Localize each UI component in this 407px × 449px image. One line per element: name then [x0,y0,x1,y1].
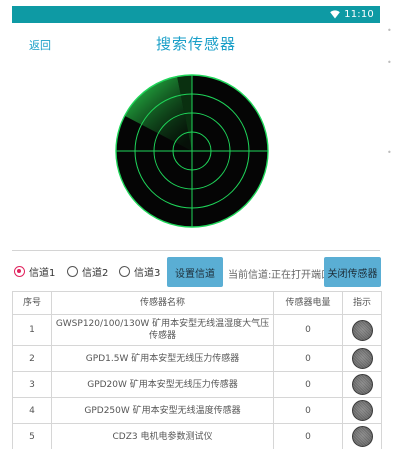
table-row[interactable]: 2 GPD1.5W 矿用本安型无线压力传感器 0 [12,345,382,372]
status-indicator-icon [351,426,373,447]
row-indicator-cell [342,371,382,398]
wifi-icon [330,10,340,19]
current-channel-value: 正在打开端口 [271,270,331,281]
app-screen: 11:10 返回 搜索传感器 • • • 信道1 信道2 信道3 设置信道 当前… [0,0,407,449]
col-header-name: 传感器名称 [51,291,274,315]
close-sensor-button[interactable]: 关闭传感器 [324,257,381,287]
radio-channel-1[interactable]: 信道1 [14,264,55,279]
edge-handle-mid: • [387,58,392,67]
status-time: 11:10 [344,9,374,20]
radio-checked-icon [14,266,25,277]
row-index: 1 [12,314,52,346]
row-index: 3 [12,371,52,398]
row-indicator-cell [342,345,382,372]
col-header-battery: 传感器电量 [273,291,343,315]
status-bar: 11:10 [12,6,380,23]
row-index: 4 [12,397,52,424]
radio-unchecked-icon [119,266,130,277]
section-divider [12,250,380,251]
row-sensor-name: GPD20W 矿用本安型无线压力传感器 [51,371,274,398]
current-channel-label: 当前信道: [228,270,272,281]
table-row[interactable]: 3 GPD20W 矿用本安型无线压力传感器 0 [12,371,382,398]
set-channel-button[interactable]: 设置信道 [167,257,223,287]
channel-controls: 信道1 信道2 信道3 设置信道 当前信道: 正在打开端口 关闭传感器 [12,257,382,287]
row-battery: 0 [273,345,343,372]
table-header-row: 序号 传感器名称 传感器电量 指示 [12,291,382,315]
row-sensor-name: GPD1.5W 矿用本安型无线压力传感器 [51,345,274,372]
edge-handle-top: • [387,26,392,35]
row-indicator-cell [342,397,382,424]
radar-scan-icon [115,74,269,228]
table-row[interactable]: 1 GWSP120/100/130W 矿用本安型无线温湿度大气压传感器 0 [12,314,382,346]
table-row[interactable]: 4 GPD250W 矿用本安型无线温度传感器 0 [12,397,382,424]
radio-label: 信道1 [29,268,56,279]
page-title: 搜索传感器 [155,35,236,53]
row-battery: 0 [273,314,343,346]
radio-label: 信道3 [134,268,161,279]
radio-unchecked-icon [67,266,78,277]
table-row[interactable]: 5 CDZ3 电机电参数测试仪 0 [12,423,382,449]
row-sensor-name: CDZ3 电机电参数测试仪 [51,423,274,449]
radio-label: 信道2 [82,268,109,279]
status-indicator-icon [351,348,373,369]
sensor-table: 序号 传感器名称 传感器电量 指示 1 GWSP120/100/130W 矿用本… [12,291,382,449]
status-indicator-icon [351,400,373,421]
row-battery: 0 [273,397,343,424]
status-indicator-icon [351,374,373,395]
row-index: 5 [12,423,52,449]
col-header-indicator: 指示 [342,291,382,315]
radio-channel-2[interactable]: 信道2 [67,264,108,279]
radio-channel-3[interactable]: 信道3 [119,264,160,279]
row-sensor-name: GWSP120/100/130W 矿用本安型无线温湿度大气压传感器 [51,314,274,346]
row-index: 2 [12,345,52,372]
col-header-index: 序号 [12,291,52,315]
status-indicator-icon [351,319,373,341]
row-indicator-cell [342,423,382,449]
row-indicator-cell [342,314,382,346]
row-sensor-name: GPD250W 矿用本安型无线温度传感器 [51,397,274,424]
row-battery: 0 [273,371,343,398]
row-battery: 0 [273,423,343,449]
edge-handle-low: • [387,148,392,157]
